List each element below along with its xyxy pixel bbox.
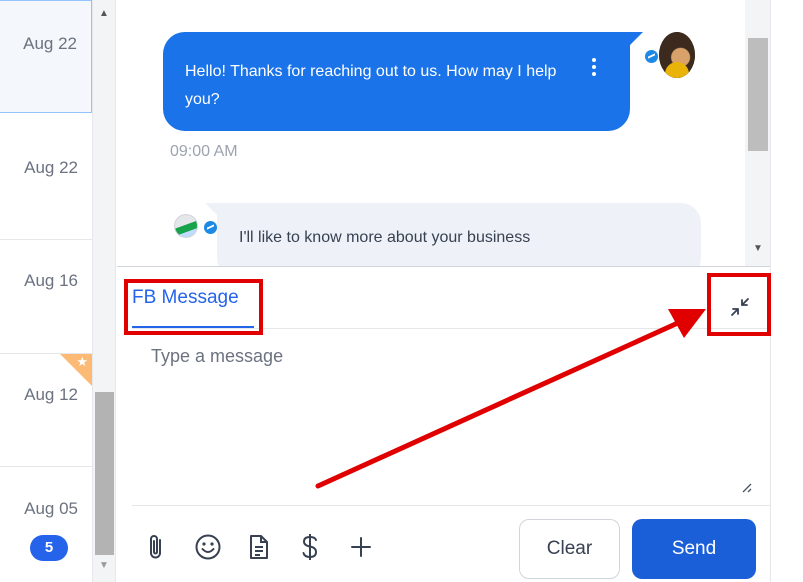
- conversation-date: Aug 22: [23, 34, 77, 53]
- add-more-button[interactable]: [346, 532, 376, 562]
- divider: [132, 505, 770, 506]
- unread-count-badge: 5: [30, 535, 68, 561]
- scrollbar-thumb[interactable]: [95, 392, 114, 555]
- message-timestamp: 09:00 AM: [170, 143, 238, 160]
- star-icon: ★: [76, 354, 88, 369]
- annotation-box-collapse-icon: [707, 273, 771, 336]
- chat-thread: Hello! Thanks for reaching out to us. Ho…: [117, 0, 770, 266]
- template-button[interactable]: [244, 532, 274, 562]
- scroll-up-arrow-icon[interactable]: ▲: [93, 8, 115, 19]
- bubble-tail: [629, 32, 643, 46]
- send-button[interactable]: Send: [632, 519, 756, 579]
- attachment-icon: [150, 535, 161, 559]
- conversation-item[interactable]: Aug 05: [0, 468, 92, 581]
- messenger-icon: [645, 50, 658, 63]
- conversation-item[interactable]: Aug 22: [0, 0, 92, 113]
- message-options-icon[interactable]: [589, 58, 599, 80]
- scroll-down-arrow-icon[interactable]: ▼: [749, 243, 767, 254]
- conversation-item[interactable]: Aug 16: [0, 241, 92, 354]
- scroll-down-arrow-icon[interactable]: ▼: [93, 560, 115, 571]
- plus-icon: [351, 537, 371, 557]
- conversation-item[interactable]: Aug 22: [0, 127, 92, 240]
- payment-button[interactable]: [295, 532, 325, 562]
- resize-handle-icon[interactable]: [740, 481, 752, 493]
- conversation-date: Aug 05: [24, 499, 78, 518]
- conversation-list: Aug 22 Aug 22 Aug 16 ★ Aug 12 Aug 05 5: [0, 0, 92, 582]
- chat-scrollbar[interactable]: ▼: [745, 0, 770, 266]
- template-icon: [250, 535, 268, 559]
- conversation-list-scrollbar[interactable]: ▲ ▼: [92, 0, 116, 582]
- panel-border: [770, 0, 771, 266]
- emoji-icon: [195, 534, 221, 560]
- inbound-message-text: I'll like to know more about your busine…: [239, 229, 531, 246]
- scrollbar-thumb[interactable]: [748, 38, 768, 151]
- conversation-date: Aug 12: [24, 385, 78, 404]
- outbound-message-bubble: Hello! Thanks for reaching out to us. Ho…: [163, 32, 630, 131]
- conversation-date: Aug 16: [24, 271, 78, 290]
- attachment-button[interactable]: [141, 532, 171, 562]
- payment-icon: [302, 534, 318, 560]
- clear-button[interactable]: Clear: [519, 519, 620, 579]
- agent-avatar: [659, 32, 695, 78]
- conversation-item[interactable]: ★ Aug 12: [0, 354, 92, 467]
- inbound-message-bubble: I'll like to know more about your busine…: [217, 203, 701, 266]
- emoji-button[interactable]: [193, 532, 223, 562]
- conversation-date: Aug 22: [24, 158, 78, 177]
- outbound-message-text: Hello! Thanks for reaching out to us. Ho…: [185, 63, 557, 108]
- messenger-icon: [204, 221, 217, 234]
- contact-avatar: [174, 214, 198, 238]
- message-input[interactable]: [132, 339, 757, 489]
- annotation-box-fb-tab: [124, 279, 263, 335]
